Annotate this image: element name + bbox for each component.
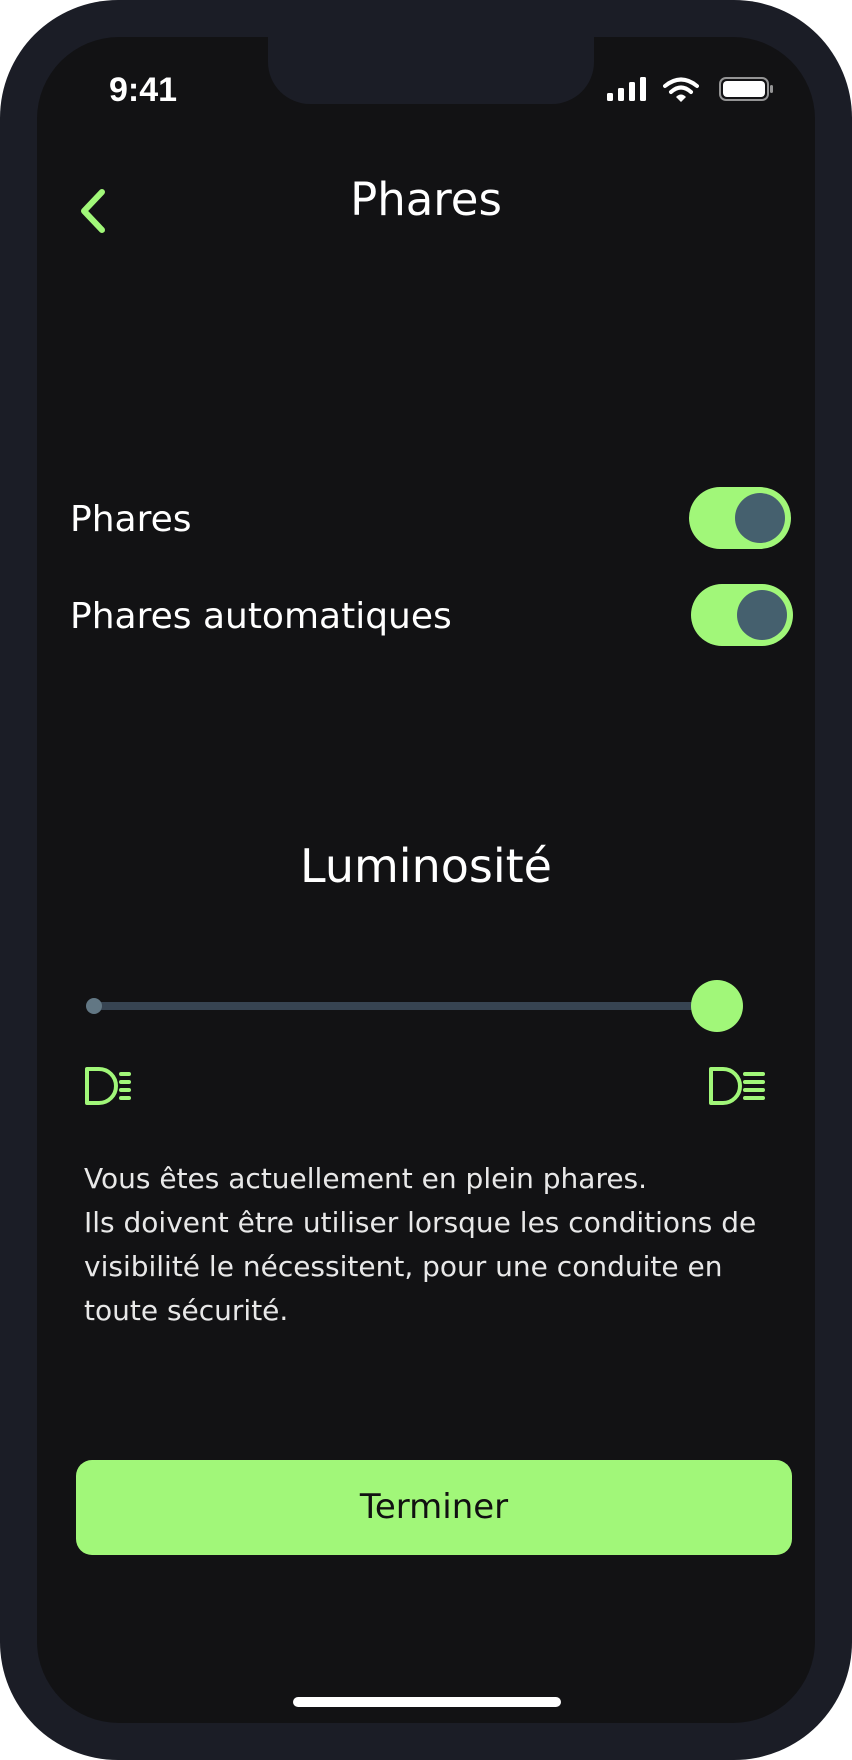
headlights-description: Vous êtes actuellement en plein phares. …	[84, 1157, 764, 1333]
toggle-knob	[735, 493, 785, 543]
battery-icon	[719, 77, 773, 101]
app-screen: 9:41 Phares Phares Phares automatiques L…	[37, 37, 815, 1723]
slider-thumb[interactable]	[691, 980, 743, 1032]
setting-row-auto-headlights: Phares automatiques	[70, 584, 793, 652]
headlights-toggle[interactable]	[689, 487, 791, 549]
setting-label-headlights: Phares	[70, 499, 192, 540]
brightness-title: Luminosité	[300, 839, 552, 893]
setting-row-headlights: Phares	[70, 487, 791, 555]
page-title: Phares	[350, 173, 502, 226]
status-time: 9:41	[109, 71, 178, 109]
setting-label-auto-headlights: Phares automatiques	[70, 596, 452, 637]
auto-headlights-toggle[interactable]	[691, 584, 793, 646]
cellular-signal-icon	[607, 77, 646, 101]
slider-min-dot	[86, 998, 102, 1014]
phone-frame: 9:41 Phares Phares Phares automatiques L…	[0, 0, 852, 1760]
device-notch	[268, 37, 594, 104]
home-indicator	[293, 1697, 561, 1707]
high-beam-headlight-icon	[709, 1067, 765, 1105]
low-beam-headlight-icon	[85, 1067, 131, 1105]
slider-track	[89, 1002, 723, 1010]
description-line-2: Ils doivent être utiliser lorsque les co…	[84, 1206, 757, 1327]
brightness-slider[interactable]	[86, 977, 743, 1037]
wifi-icon	[663, 77, 699, 102]
description-line-1: Vous êtes actuellement en plein phares.	[84, 1162, 648, 1195]
toggle-knob	[737, 590, 787, 640]
finish-button[interactable]: Terminer	[76, 1460, 792, 1555]
